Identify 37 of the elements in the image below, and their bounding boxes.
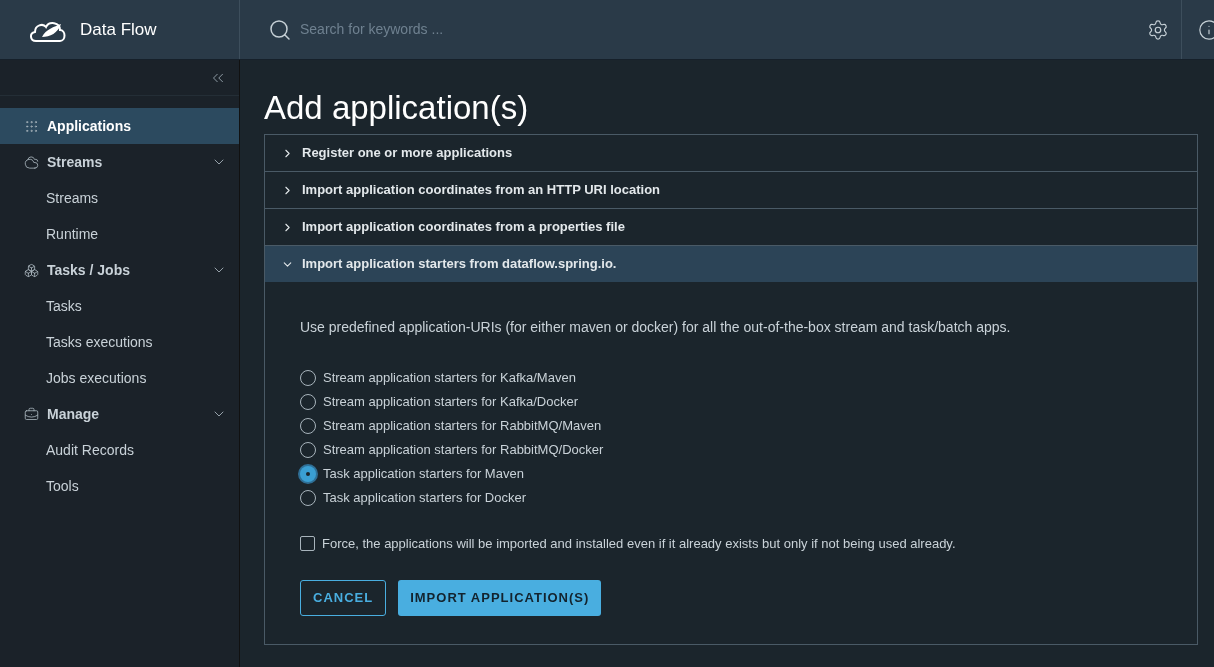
- sidebar-item[interactable]: Applications: [0, 108, 239, 144]
- grid-icon: [24, 118, 39, 134]
- sidebar-subitem[interactable]: Audit Records: [0, 432, 239, 468]
- radio-option[interactable]: Stream application starters for Kafka/Docker: [300, 390, 1162, 414]
- search-field[interactable]: Search for keywords ...: [300, 19, 700, 40]
- accordion-header[interactable]: Import application coordinates from an HTTP URI location: [265, 172, 1197, 208]
- app-title: Data Flow: [80, 18, 157, 41]
- radio-button[interactable]: [300, 466, 316, 482]
- cancel-button[interactable]: CANCEL: [300, 579, 387, 616]
- sidebar-subitem[interactable]: Jobs executions: [0, 360, 239, 396]
- sidebar-subitem[interactable]: Runtime: [0, 216, 239, 252]
- radio-option[interactable]: Stream application starters for Kafka/Maven: [300, 366, 1162, 390]
- sidebar-subitem[interactable]: Tasks: [0, 288, 239, 324]
- radio-option[interactable]: Stream application starters for RabbitMQ/Maven: [300, 414, 1162, 438]
- sidebar-item[interactable]: Manage: [0, 396, 239, 432]
- boxes-icon: [24, 262, 39, 278]
- accordion-header[interactable]: Import application starters from dataflow.spring.io.: [265, 246, 1197, 282]
- clouds-icon: [24, 154, 39, 170]
- sidebar-subitem[interactable]: Tools: [0, 468, 239, 504]
- briefcase-icon: [24, 406, 39, 422]
- sidebar-subitem[interactable]: Streams: [0, 180, 239, 216]
- search-icon: [268, 17, 292, 42]
- radio-option[interactable]: Task application starters for Maven: [300, 462, 1162, 486]
- sidebar-item[interactable]: Streams: [0, 144, 239, 180]
- accordion-header[interactable]: Register one or more applications: [265, 135, 1197, 171]
- accordion-header[interactable]: Import application coordinates from a properties file: [265, 209, 1197, 245]
- radio-option[interactable]: Stream application starters for RabbitMQ/Docker: [300, 438, 1162, 462]
- radio-option[interactable]: Task application starters for Docker: [300, 486, 1162, 510]
- page-title: Add application(s): [264, 88, 530, 128]
- description-text: Use predefined application-URIs (for either maven or docker) for all the out-of-the-box stream and task/batch apps.: [300, 318, 1012, 337]
- sidebar-item[interactable]: Tasks / Jobs: [0, 252, 239, 288]
- info-icon[interactable]: [1198, 18, 1214, 41]
- settings-icon: [1146, 18, 1169, 41]
- checkbox[interactable]: [300, 536, 315, 552]
- sidebar-subitem[interactable]: Tasks executions: [0, 324, 239, 360]
- import-button[interactable]: IMPORT APPLICATION(S): [398, 579, 602, 616]
- force-checkbox-option[interactable]: Force, the applications will be imported and installed even if it already exists but only if not being used already.: [300, 534, 1162, 554]
